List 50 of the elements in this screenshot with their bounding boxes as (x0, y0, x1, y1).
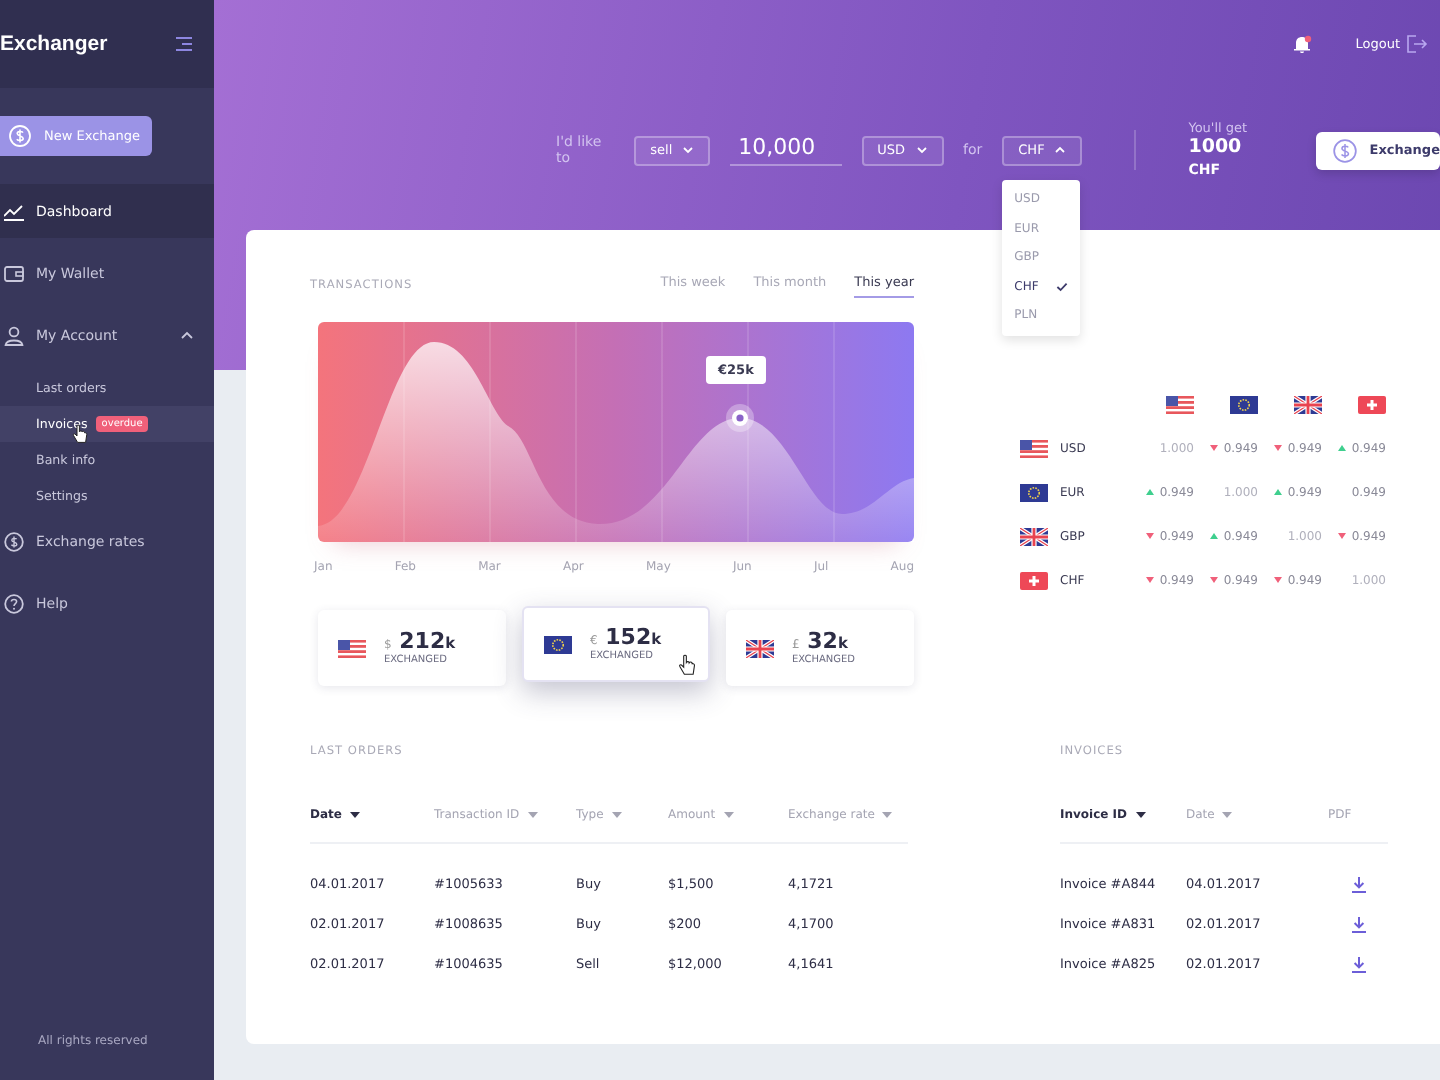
flag-icon (1020, 527, 1048, 545)
wallet-icon (4, 263, 24, 283)
sort-caret-icon (349, 811, 360, 817)
flag-icon (1020, 483, 1048, 501)
flag-icon (746, 639, 774, 657)
triangle-icon (1273, 488, 1282, 496)
triangle-icon (1145, 576, 1154, 584)
amount-field[interactable]: 10,000 (730, 134, 842, 166)
menu-icon[interactable] (174, 36, 194, 52)
sort-caret-icon (1135, 811, 1146, 817)
sort-caret-icon (527, 811, 538, 817)
logout-icon (1406, 34, 1428, 54)
flag-icon (1358, 395, 1386, 413)
chevron-icon[interactable] (180, 330, 194, 340)
bell-icon[interactable] (1291, 34, 1312, 54)
user-icon (4, 325, 24, 345)
app-logo: Exchanger (0, 32, 108, 56)
flag-icon (544, 635, 572, 653)
triangle-icon (1337, 532, 1346, 540)
help-icon (4, 593, 24, 613)
triangle-icon (1273, 444, 1282, 452)
triangle-icon (1145, 532, 1154, 540)
dollar-icon (1331, 137, 1358, 163)
caret-icon (915, 146, 928, 154)
download-icon[interactable] (1349, 955, 1367, 973)
flag-icon (1166, 395, 1194, 413)
download-icon[interactable] (1349, 875, 1367, 893)
flag-icon (1230, 395, 1258, 413)
triangle-icon (1337, 444, 1346, 452)
flag-icon (338, 639, 366, 657)
sort-caret-icon (1222, 811, 1233, 817)
dollar-icon (8, 124, 32, 148)
flag-icon (1020, 571, 1048, 589)
triangle-icon (1209, 444, 1218, 452)
caret-icon (1054, 146, 1067, 154)
sort-caret-icon (882, 811, 893, 817)
flag-icon (1020, 439, 1048, 457)
sort-caret-icon (723, 811, 734, 817)
download-icon[interactable] (1349, 915, 1367, 933)
check-icon (1056, 281, 1069, 292)
triangle-icon (1273, 576, 1282, 584)
triangle-icon (1209, 576, 1218, 584)
flag-icon (1294, 395, 1322, 413)
triangle-icon (1145, 488, 1154, 496)
triangle-icon (1209, 532, 1218, 540)
dollar-icon (4, 531, 24, 551)
chart-icon (4, 201, 24, 221)
hand-cursor-icon (678, 654, 696, 676)
caret-icon (682, 146, 695, 154)
sort-caret-icon (611, 811, 622, 817)
